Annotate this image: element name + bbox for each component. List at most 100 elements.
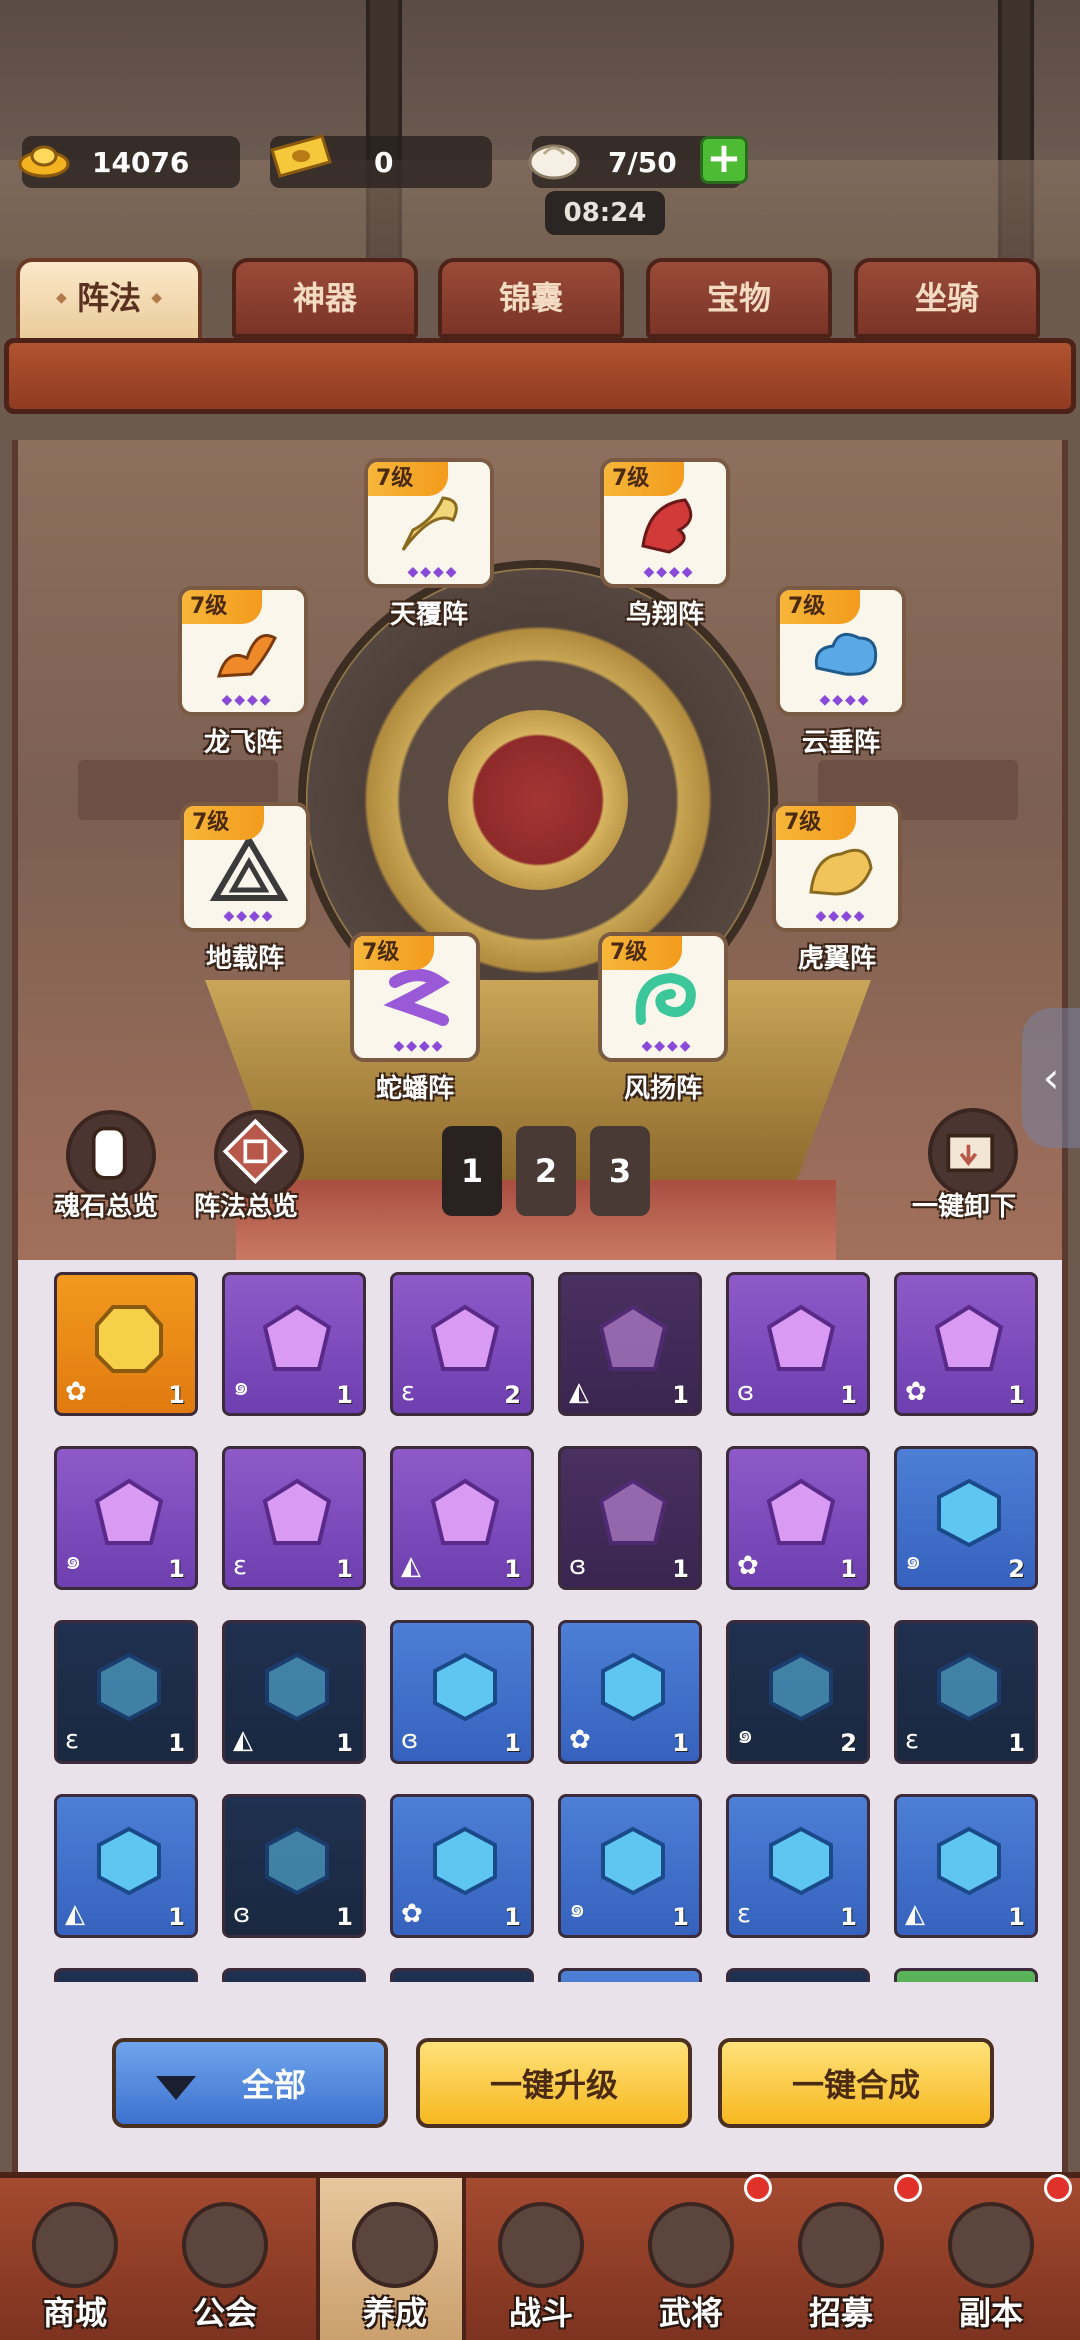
merge-all-button[interactable]: 一键合成 <box>718 2038 994 2128</box>
soulstone-cell[interactable]: ε1 <box>54 1620 198 1764</box>
stamina-value: 7/50 <box>608 146 677 179</box>
sigil-icon: ε <box>905 1725 920 1755</box>
coin-icon <box>32 2202 118 2288</box>
soulstone-cell[interactable]: ✿ 1 <box>54 1272 198 1416</box>
soulstone-cell[interactable]: ๑2 <box>894 1446 1038 1590</box>
formation-card-fengyang[interactable]: 7级 ◆◆◆◆ 风扬阵 <box>598 932 728 1104</box>
page-button-2[interactable]: 2 <box>516 1126 576 1216</box>
soulstone-cell[interactable]: ✿ 1 <box>894 1272 1038 1416</box>
soulstone-cell[interactable]: ε1 <box>894 1620 1038 1764</box>
nav-battle[interactable]: 战斗 <box>466 2178 616 2340</box>
formation-card-niaoxiang[interactable]: 7级 ◆◆◆◆ 鸟翔阵 <box>600 458 730 630</box>
unequip-all-button[interactable] <box>928 1108 1018 1198</box>
filter-all-button[interactable]: 全部 <box>112 2038 388 2128</box>
soulstone-cell[interactable]: ๑2 <box>726 1620 870 1764</box>
gem-count: 1 <box>672 1903 689 1931</box>
gem-count: 1 <box>336 1729 353 1757</box>
tab-formation[interactable]: 阵法 <box>16 258 202 346</box>
gem-slots: ◆◆◆◆ <box>819 692 871 708</box>
soulstone-cell[interactable]: ε1 <box>222 1446 366 1590</box>
formation-card-longfei[interactable]: 7级 ◆◆◆◆ 龙飞阵 <box>178 586 308 758</box>
card-frame: 7级 ◆◆◆◆ <box>598 932 728 1062</box>
soulstone-cell[interactable]: ๑1 <box>558 1794 702 1938</box>
nav-recruit[interactable]: 招募 <box>766 2174 922 2340</box>
page-button-1[interactable]: 1 <box>442 1126 502 1216</box>
soulstone-cell[interactable]: ◭ 1 <box>894 1794 1038 1938</box>
crane-icon <box>401 496 458 551</box>
snake-icon <box>383 969 451 1026</box>
page-button-3[interactable]: 3 <box>590 1126 650 1216</box>
gem-count: 1 <box>672 1729 689 1757</box>
sigil-icon: ๑ <box>65 1546 82 1576</box>
gem-count: 1 <box>336 1903 353 1931</box>
soulstone-cell[interactable]: ɞ1 <box>726 1272 870 1416</box>
tab-treasure[interactable]: 宝物 <box>646 258 832 338</box>
soulstone-cell[interactable]: ◭ 1 <box>54 1794 198 1938</box>
side-panel-toggle[interactable]: ‹ <box>1022 1008 1080 1148</box>
nav-generals[interactable]: 武将 <box>616 2174 772 2340</box>
soulstone-cell[interactable]: ✿ 1 <box>390 1794 534 1938</box>
crossed-swords-icon <box>498 2202 584 2288</box>
soulstone-icon <box>91 1126 127 1180</box>
tab-mount[interactable]: 坐骑 <box>854 258 1040 338</box>
formation-card-shepan[interactable]: 7级 ◆◆◆◆ 蛇蟠阵 <box>350 932 480 1104</box>
tab-tactic-bag[interactable]: 锦囊 <box>438 258 624 338</box>
soulstone-cell[interactable]: ๑1 <box>54 1446 198 1590</box>
formation-diamond-icon <box>222 1118 288 1184</box>
soulstone-cell-partial[interactable] <box>390 1968 534 1982</box>
gem-icon <box>433 1826 497 1896</box>
gem-icon <box>430 1478 500 1545</box>
gem-icon <box>598 1478 668 1545</box>
unequip-all-label: 一键卸下 <box>912 1192 1017 1222</box>
soulstone-cell[interactable]: ε2 <box>390 1272 534 1416</box>
nav-develop[interactable]: 养成 <box>316 2178 466 2340</box>
soulstone-cell[interactable]: ◭ 1 <box>558 1272 702 1416</box>
formation-name: 鸟翔阵 <box>625 600 704 630</box>
card-frame: 7级 ◆◆◆◆ <box>350 932 480 1062</box>
soulstone-cell-partial[interactable] <box>726 1968 870 1982</box>
nav-guild[interactable]: 公会 <box>150 2178 300 2340</box>
soulstone-cell[interactable]: ε1 <box>726 1794 870 1938</box>
soulstone-cell[interactable]: ɞ1 <box>222 1794 366 1938</box>
gem-count: 1 <box>840 1903 857 1931</box>
gem-count: 1 <box>1008 1729 1025 1757</box>
nav-shop[interactable]: 商城 <box>0 2178 150 2340</box>
nav-dungeon[interactable]: 副本 <box>916 2174 1072 2340</box>
cloud-icon <box>814 632 878 676</box>
formation-card-tianfu[interactable]: 7级 ◆◆◆◆ 天覆阵 <box>364 458 494 630</box>
gem-slots: ◆◆◆◆ <box>393 1038 445 1054</box>
gem-count: 1 <box>840 1555 857 1583</box>
soulstone-cell-partial[interactable] <box>558 1968 702 1982</box>
sigil-icon: ๑ <box>233 1372 250 1402</box>
formation-card-dizai[interactable]: 7级 ◆◆◆◆ 地载阵 <box>180 802 310 974</box>
formation-card-huyi[interactable]: 7级 ◆◆◆◆ 虎翼阵 <box>772 802 902 974</box>
soulstone-cell[interactable]: ๑1 <box>222 1272 366 1416</box>
formation-card-yunchui[interactable]: 7级 ◆◆◆◆ 云垂阵 <box>776 586 906 758</box>
gem-icon <box>598 1304 668 1371</box>
gem-count: 1 <box>168 1903 185 1931</box>
gem-icon <box>766 1304 836 1371</box>
sigil-icon: ✿ <box>569 1725 591 1755</box>
soulstone-cell-partial[interactable] <box>222 1968 366 1982</box>
nav-label: 招募 <box>808 2294 873 2332</box>
soulstone-cell[interactable]: ɞ1 <box>390 1620 534 1764</box>
upgrade-all-button[interactable]: 一键升级 <box>416 2038 692 2128</box>
sigil-icon: ◭ <box>905 1899 925 1929</box>
soulstone-cell[interactable]: ✿ 1 <box>726 1446 870 1590</box>
soulstone-cell[interactable]: ɞ1 <box>558 1446 702 1590</box>
soulstone-cell[interactable]: ◭ 1 <box>222 1620 366 1764</box>
add-stamina-button[interactable]: + <box>700 136 748 184</box>
gem-slots: ◆◆◆◆ <box>221 692 273 708</box>
soulstone-cell[interactable]: ✿ 1 <box>558 1620 702 1764</box>
sigil-icon: ✿ <box>401 1899 423 1929</box>
card-frame: 7级 ◆◆◆◆ <box>180 802 310 932</box>
nav-label: 武将 <box>658 2294 723 2332</box>
gem-slots: ◆◆◆◆ <box>641 1038 693 1054</box>
soulstone-cell-partial[interactable] <box>54 1968 198 1982</box>
soulstone-cell[interactable]: ◭ 1 <box>390 1446 534 1590</box>
formation-core <box>448 710 628 890</box>
guild-shield-icon <box>182 2202 268 2288</box>
soulstone-cell-partial[interactable] <box>894 1968 1038 1982</box>
level-badge: 7级 <box>776 806 856 840</box>
tab-artifact[interactable]: 神器 <box>232 258 418 338</box>
